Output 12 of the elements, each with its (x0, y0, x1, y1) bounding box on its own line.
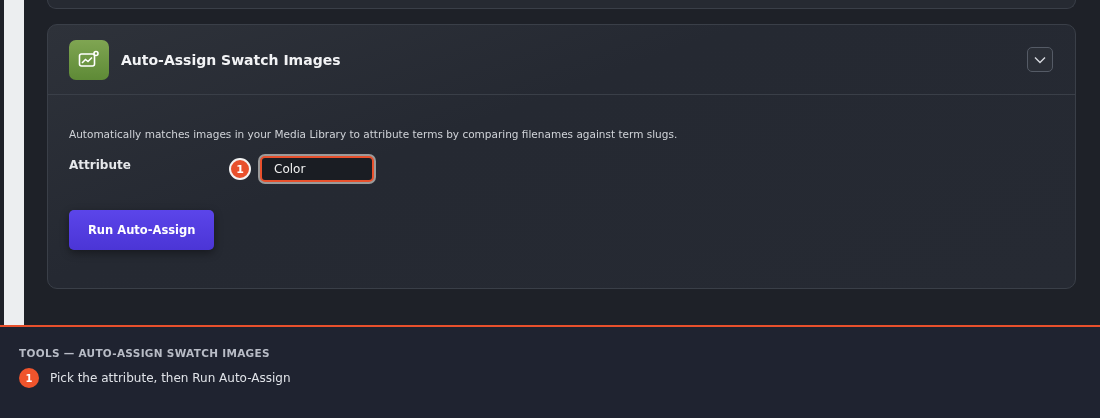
description-text: Automatically matches images in your Media Library to attribute terms by comparing filenames against term slugs. (69, 128, 679, 140)
chevron-down-icon (1034, 55, 1046, 64)
image-icon (69, 39, 109, 80)
select-field[interactable]: Color (260, 156, 374, 182)
guide-heading: TOOLS — AUTO-ASSIGN SWATCH IMAGES (19, 347, 271, 359)
collapse-toggle[interactable] (1027, 47, 1053, 72)
step-badge: 1 (229, 158, 251, 180)
panel-title: Auto-Assign Swatch Images (121, 51, 342, 68)
run-button[interactable]: Run Auto-Assign (69, 210, 215, 250)
step-badge: 1 (19, 368, 39, 388)
step-text: Pick the attribute, then Run Auto-Assign (50, 371, 291, 385)
field-label: Attribute (69, 158, 132, 172)
